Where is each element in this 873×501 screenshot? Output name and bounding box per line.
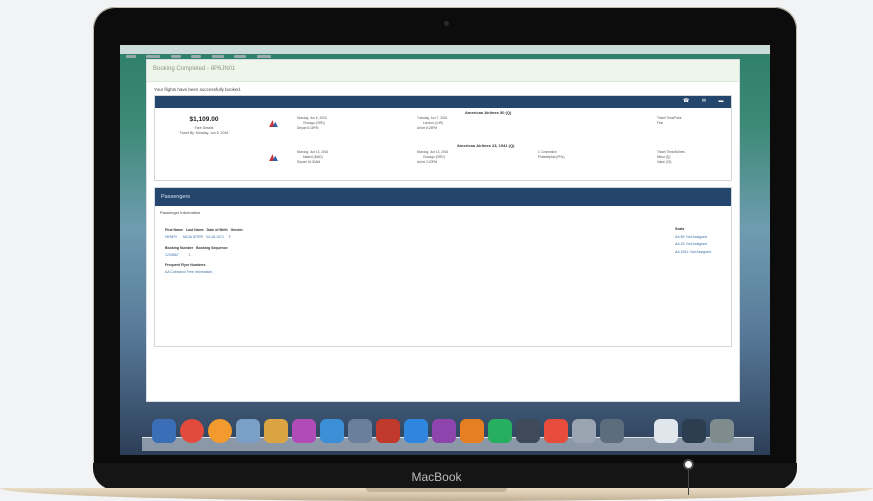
first-name-header: First Name <box>165 228 184 232</box>
menu-item[interactable] <box>170 55 181 58</box>
vlc-icon[interactable] <box>460 419 484 443</box>
frequent-flyer-label: Frequent Flyer Numbers <box>165 263 205 267</box>
annotation-line <box>688 470 689 495</box>
first-name-value: HENRY <box>165 235 178 239</box>
return-fare-class-value-2: Value (23) <box>657 160 672 164</box>
booking-headers: Booking Number Booking Sequence <box>165 246 228 250</box>
dock <box>134 413 756 453</box>
app-icon[interactable] <box>600 419 624 443</box>
menu-item[interactable] <box>191 55 202 58</box>
menu-item[interactable] <box>256 55 271 58</box>
app-icon[interactable] <box>320 419 344 443</box>
passenger-info-label: Passenger Information <box>160 210 201 215</box>
app-icon[interactable] <box>292 419 316 443</box>
seat-link-2[interactable]: AA 23: Not Assigned <box>675 241 711 249</box>
passengers-heading: Passengers <box>155 188 731 206</box>
phone-icon[interactable]: ☎ <box>683 99 689 104</box>
apple-menu-icon[interactable] <box>126 55 136 58</box>
app-icon[interactable] <box>376 419 400 443</box>
return-flight-title: American Airlines 23, 1941 (Q) <box>457 143 515 148</box>
firefox-icon[interactable] <box>208 419 232 443</box>
app-icon[interactable] <box>236 419 260 443</box>
booking-number-header: Booking Number <box>165 246 194 250</box>
trash-icon[interactable] <box>710 419 734 443</box>
itinerary-panel: ☎ ✉ ▬ ⌄ $1,109.00 Fare Details Ticket By… <box>154 95 740 181</box>
frequent-flyer-value: AA Cobranco Free Information <box>165 270 212 274</box>
seat-link-3[interactable]: AA 1941: Not Assigned <box>675 249 711 257</box>
terminal-icon[interactable] <box>682 419 706 443</box>
calendar-icon[interactable] <box>544 419 568 443</box>
total-price: $1,109.00 <box>189 116 219 123</box>
dob-header: Date of Birth <box>206 228 228 232</box>
app-icon[interactable] <box>348 419 372 443</box>
seats-label: Seats <box>675 227 685 231</box>
dob-value: 04-18-1971 <box>206 235 224 239</box>
flight-row-return: American Airlines 23, 1941 (Q) Monday, J… <box>155 142 731 180</box>
return-arrive-time: Arrive 2:20PM <box>417 160 438 164</box>
menu-item[interactable] <box>211 55 224 58</box>
laptop-brand: MacBook <box>411 470 462 484</box>
seats-section: Seats AA 50: Not Assigned AA 23: Not Ass… <box>675 226 711 256</box>
menu-bar <box>120 45 770 58</box>
passengers-panel: Passengers Passenger Information First N… <box>154 187 732 347</box>
ff-value-link[interactable]: AA Cobranco Free Information <box>165 270 212 274</box>
menu-item[interactable] <box>234 55 247 58</box>
airline-logo-icon <box>269 154 278 161</box>
document-icon[interactable] <box>654 419 678 443</box>
booking-sequence-header: Booking Sequence <box>196 246 228 250</box>
booking-sequence-value: 1 <box>188 253 191 257</box>
annotation-marker <box>683 459 694 470</box>
passenger-name-headers: First Name Last Name Date of Birth Gende… <box>165 228 243 232</box>
itinerary-header: ☎ ✉ ▬ ⌄ <box>155 96 740 108</box>
gender-value: F <box>228 235 231 239</box>
flight-row-outbound: $1,109.00 Fare Details Ticket By: Monday… <box>155 108 731 142</box>
seat-link-1[interactable]: AA 50: Not Assigned <box>675 234 711 242</box>
booking-number-value: 1234567 <box>165 253 179 257</box>
outbound-depart-time: Depart 6:15PM <box>297 126 319 130</box>
return-depart-time: Depart 10:30AM <box>297 160 321 164</box>
screen: Booking Completed - 8P6JN01 Your flights… <box>120 45 770 455</box>
app-icon[interactable] <box>404 419 428 443</box>
email-icon[interactable]: ✉ <box>701 99 707 104</box>
last-name-value: MCALISTER <box>183 235 204 239</box>
gender-header: Gender <box>230 228 243 232</box>
last-name-header: Last Name <box>186 228 204 232</box>
chrome-icon[interactable] <box>180 419 204 443</box>
price-summary: $1,109.00 Fare Details Ticket By: Monday… <box>155 116 253 136</box>
print-icon[interactable]: ▬ <box>718 99 724 104</box>
outbound-flight-title: American Airlines 50 (Q) <box>465 110 512 115</box>
ticket-by: Ticket By: Monday, Jun 6, 2016 <box>179 131 229 135</box>
app-icon[interactable] <box>572 419 596 443</box>
booking-values: 1234567 1 <box>165 253 190 257</box>
chevron-down-icon[interactable]: ⌄ <box>735 99 741 104</box>
camera <box>444 21 449 26</box>
menu-item[interactable] <box>146 55 161 58</box>
success-message: Your flights have been successfully book… <box>154 87 242 92</box>
booking-title: Booking Completed - 8P6JN01 <box>153 66 236 72</box>
laptop-notch <box>366 488 507 492</box>
booking-title-bar: Booking Completed - 8P6JN01 <box>147 60 739 82</box>
passenger-name-values: HENRY MCALISTER 04-18-1971 F <box>165 235 231 239</box>
scene: Booking Completed - 8P6JN01 Your flights… <box>0 0 873 501</box>
finder-icon[interactable] <box>152 419 176 443</box>
return-stops-value: Philadelphia (PHL) <box>538 155 565 159</box>
app-icon[interactable] <box>516 419 540 443</box>
airline-logo-icon <box>269 120 278 127</box>
outbound-fare-class-value: Fine <box>657 121 664 125</box>
outbound-arrive-time: Arrive 8:25PM <box>417 126 438 130</box>
ff-label-text: Frequent Flyer Numbers <box>165 263 206 267</box>
app-icon[interactable] <box>432 419 456 443</box>
browser-window: Booking Completed - 8P6JN01 Your flights… <box>146 59 740 402</box>
app-icon[interactable] <box>264 419 288 443</box>
app-icon[interactable] <box>488 419 512 443</box>
